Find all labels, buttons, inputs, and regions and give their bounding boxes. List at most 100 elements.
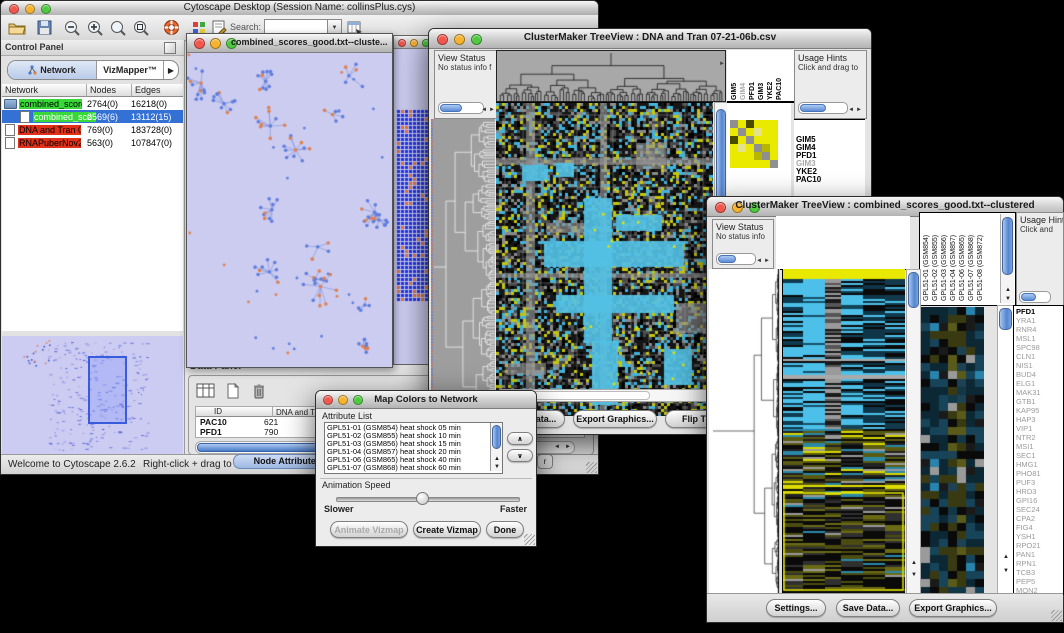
labels-vscrollbar[interactable]: ▲ ▼	[1000, 214, 1014, 303]
hints-hscrollbar[interactable]	[1019, 291, 1051, 303]
status-hscrollbar[interactable]	[716, 253, 756, 265]
gene-label[interactable]: RPN1	[1016, 559, 1063, 568]
gene-label[interactable]: GIM4	[796, 144, 865, 152]
col-header-nodes[interactable]: Nodes	[87, 84, 132, 97]
heatmap-global-view[interactable]	[496, 102, 713, 416]
gene-label[interactable]: RNR4	[1016, 325, 1063, 334]
tv2-heatmap-vscrollbar[interactable]: ▲ ▼	[906, 269, 921, 595]
gene-label[interactable]: CPA2	[1016, 514, 1063, 523]
gene-label[interactable]: GTB1	[1016, 397, 1063, 406]
scrollbar-thumb[interactable]	[440, 104, 462, 112]
gene-label[interactable]: PFD1	[796, 152, 865, 160]
gene-label[interactable]: KAP95	[1016, 406, 1063, 415]
heatmap-global-view[interactable]	[782, 269, 905, 593]
tv2-column-tree-area[interactable]	[776, 216, 910, 270]
gene-label[interactable]: FIG4	[1016, 523, 1063, 532]
array-label[interactable]: GPL51-01 (GSM854)	[922, 213, 931, 301]
row-dendrogram[interactable]	[709, 269, 780, 593]
save-data-button[interactable]: Save Data...	[836, 599, 900, 617]
gene-label[interactable]: PFD1	[1016, 307, 1063, 316]
array-label[interactable]: GPL51-02 (GSM855)	[931, 213, 940, 301]
gene-label[interactable]: MSI1	[1016, 442, 1063, 451]
scroll-down-icon[interactable]: ▼	[494, 464, 500, 470]
scroll-up-icon[interactable]: ▲	[1005, 287, 1011, 293]
help-lifering-icon[interactable]	[161, 18, 181, 37]
export-graphics-button[interactable]: Export Graphics...	[909, 599, 997, 617]
animate-vizmap-button[interactable]: Animate Vizmap	[330, 521, 408, 538]
tab-overflow-arrow[interactable]: ▶	[164, 61, 178, 79]
gene-label[interactable]: GPI16	[1016, 496, 1063, 505]
scroll-down-icon[interactable]: ▼	[1005, 296, 1011, 302]
grid-network-canvas[interactable]	[396, 108, 430, 304]
array-label[interactable]: GPL51-07 (GSM868)	[967, 213, 976, 301]
scrollbar-thumb[interactable]	[1021, 293, 1036, 301]
scroll-up-icon[interactable]: ▲	[494, 456, 500, 462]
tv1-zoom-heatmap[interactable]	[730, 120, 778, 168]
zoom-in-icon[interactable]	[85, 18, 105, 37]
hints-hscrollbar[interactable]	[798, 102, 848, 114]
gene-label[interactable]: MSL1	[1016, 334, 1063, 343]
gene-label[interactable]: PAN1	[1016, 550, 1063, 559]
gene-label[interactable]: VIP1	[1016, 424, 1063, 433]
select-attributes-icon[interactable]	[195, 381, 215, 400]
tab-vizmapper[interactable]: VizMapper™	[97, 61, 164, 79]
col-header-network[interactable]: Network	[2, 84, 87, 97]
overview-viewport-rect[interactable]	[88, 356, 127, 424]
open-file-icon[interactable]	[7, 18, 27, 37]
table-row[interactable]: combined_sco 2569(6) 13112(15)	[2, 110, 183, 123]
gene-label[interactable]: GIM3	[796, 160, 865, 168]
save-icon[interactable]	[34, 18, 54, 37]
zoom-out-icon[interactable]	[62, 18, 82, 37]
scrollbar-thumb[interactable]	[999, 308, 1012, 330]
attribute-list-item[interactable]: GPL51-02 (GSM855) heat shock 10 min	[327, 432, 502, 440]
gene-label[interactable]: HAP3	[1016, 415, 1063, 424]
tab-fragment[interactable]: r	[537, 454, 553, 469]
gene-label[interactable]: PHO81	[1016, 469, 1063, 478]
gene-label[interactable]: YSH1	[1016, 532, 1063, 541]
attribute-list[interactable]: GPL51-01 (GSM854) heat shock 05 minGPL51…	[324, 422, 503, 474]
scrollbar-thumb[interactable]	[492, 425, 501, 449]
attribute-list-item[interactable]: GPL51-01 (GSM854) heat shock 05 min	[327, 424, 502, 432]
gene-label[interactable]: SPC98	[1016, 343, 1063, 352]
scroll-up-icon[interactable]: ▲	[911, 560, 917, 566]
zoom-selected-icon[interactable]	[108, 18, 128, 37]
network-canvas[interactable]	[187, 53, 390, 366]
id-column-header[interactable]: ID	[196, 407, 273, 417]
resize-grip[interactable]	[586, 462, 597, 473]
close-icon[interactable]	[194, 38, 205, 49]
gene-label[interactable]: HMG1	[1016, 460, 1063, 469]
done-button[interactable]: Done	[486, 521, 524, 538]
gene-label[interactable]: BUD4	[1016, 370, 1063, 379]
network-overview-panel[interactable]	[2, 336, 183, 454]
attribute-list-item[interactable]: GPL51-06 (GSM865) heat shock 40 min	[327, 456, 502, 464]
gene-label[interactable]: MAK31	[1016, 388, 1063, 397]
gene-label[interactable]: CLN1	[1016, 352, 1063, 361]
delete-attribute-icon[interactable]	[249, 381, 269, 400]
export-graphics-button[interactable]: Export Graphics...	[573, 410, 657, 428]
zoom-fit-icon[interactable]	[131, 18, 151, 37]
scrollbar-thumb[interactable]	[908, 272, 919, 308]
scroll-arrows[interactable]: ◄►	[756, 258, 772, 264]
move-up-button[interactable]: ∧	[507, 432, 533, 445]
array-label[interactable]: GPL51-06 (GSM865)	[958, 213, 967, 301]
gene-label[interactable]: ELG1	[1016, 379, 1063, 388]
scrollbar-thumb[interactable]	[718, 255, 736, 263]
resize-grip[interactable]	[1051, 610, 1062, 621]
gene-label[interactable]: SEC24	[1016, 505, 1063, 514]
tab-network[interactable]: Network	[8, 61, 97, 79]
col-header-edges[interactable]: Edges	[132, 84, 183, 97]
array-label[interactable]: GPL51-03 (GSM856)	[940, 213, 949, 301]
attribute-list-item[interactable]: GPL51-04 (GSM857) heat shock 20 min	[327, 448, 502, 456]
scroll-right-icon[interactable]: ►	[565, 444, 571, 450]
gene-label[interactable]: SEC1	[1016, 451, 1063, 460]
heatmap-zoom-view[interactable]	[921, 307, 984, 593]
move-down-button[interactable]: ∨	[507, 449, 533, 462]
column-dendrogram[interactable]	[496, 50, 726, 102]
row-dendrogram[interactable]	[431, 119, 495, 415]
settings-button[interactable]: Settings...	[766, 599, 826, 617]
table-row[interactable]: RNAPuberNov2+1 563(0) 107847(0)	[2, 136, 183, 149]
array-label[interactable]: GPL51-04 (GSM857)	[949, 213, 958, 301]
attribute-list-item[interactable]: GPL51-07 (GSM868) heat shock 60 min	[327, 464, 502, 472]
gene-label[interactable]: GIM5	[796, 136, 865, 144]
main-titlebar[interactable]: Cytoscape Desktop (Session Name: collins…	[1, 1, 598, 16]
